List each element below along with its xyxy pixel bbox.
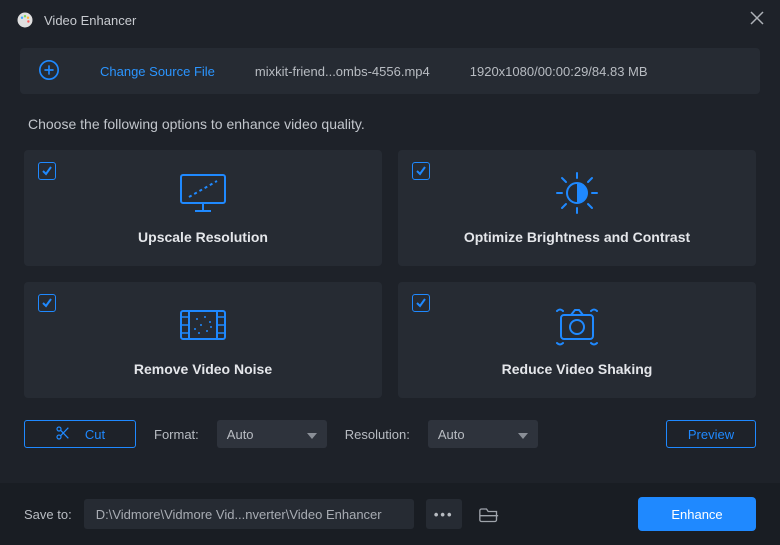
open-folder-button[interactable] — [474, 499, 504, 529]
scissors-icon — [55, 425, 71, 444]
close-icon[interactable] — [750, 11, 764, 30]
checkbox-noise[interactable] — [38, 294, 56, 312]
format-value: Auto — [227, 427, 254, 442]
option-upscale-resolution[interactable]: Upscale Resolution — [24, 150, 382, 266]
palette-icon — [16, 11, 34, 29]
plus-circle-icon[interactable] — [38, 59, 60, 84]
film-noise-icon — [177, 303, 229, 347]
enhance-label: Enhance — [671, 507, 722, 522]
resolution-label: Resolution: — [345, 427, 410, 442]
format-label: Format: — [154, 427, 199, 442]
preview-label: Preview — [688, 427, 734, 442]
preview-button[interactable]: Preview — [666, 420, 756, 448]
option-reduce-shaking[interactable]: Reduce Video Shaking — [398, 282, 756, 398]
titlebar: Video Enhancer — [0, 0, 780, 40]
resolution-select[interactable]: Auto — [428, 420, 538, 448]
chevron-down-icon — [518, 427, 528, 442]
cut-label: Cut — [85, 427, 105, 442]
option-brightness-contrast[interactable]: Optimize Brightness and Contrast — [398, 150, 756, 266]
camera-shake-icon — [551, 303, 603, 347]
footer: Save to: D:\Vidmore\Vidmore Vid...nverte… — [0, 483, 780, 545]
checkbox-upscale[interactable] — [38, 162, 56, 180]
format-select[interactable]: Auto — [217, 420, 327, 448]
checkbox-brightness[interactable] — [412, 162, 430, 180]
browse-button[interactable]: ••• — [426, 499, 462, 529]
source-file-name: mixkit-friend...ombs-4556.mp4 — [255, 64, 430, 79]
save-path-value: D:\Vidmore\Vidmore Vid...nverter\Video E… — [96, 507, 382, 522]
save-to-label: Save to: — [24, 507, 72, 522]
brightness-icon — [553, 171, 601, 215]
enhance-button[interactable]: Enhance — [638, 497, 756, 531]
source-file-meta: 1920x1080/00:00:29/84.83 MB — [470, 64, 648, 79]
resolution-value: Auto — [438, 427, 465, 442]
checkbox-shaking[interactable] — [412, 294, 430, 312]
option-label: Remove Video Noise — [134, 361, 272, 377]
instruction-text: Choose the following options to enhance … — [28, 116, 752, 132]
change-source-button[interactable]: Change Source File — [100, 64, 215, 79]
option-label: Optimize Brightness and Contrast — [464, 229, 690, 245]
controls-row: Cut Format: Auto Resolution: Auto Previe… — [24, 420, 756, 448]
option-remove-noise[interactable]: Remove Video Noise — [24, 282, 382, 398]
chevron-down-icon — [307, 427, 317, 442]
option-label: Reduce Video Shaking — [502, 361, 653, 377]
source-row: Change Source File mixkit-friend...ombs-… — [20, 48, 760, 94]
option-label: Upscale Resolution — [138, 229, 268, 245]
options-grid: Upscale Resolution Optimize Brightness a… — [24, 150, 756, 398]
cut-button[interactable]: Cut — [24, 420, 136, 448]
window-title: Video Enhancer — [44, 13, 750, 28]
save-path-field[interactable]: D:\Vidmore\Vidmore Vid...nverter\Video E… — [84, 499, 414, 529]
monitor-icon — [175, 171, 231, 215]
